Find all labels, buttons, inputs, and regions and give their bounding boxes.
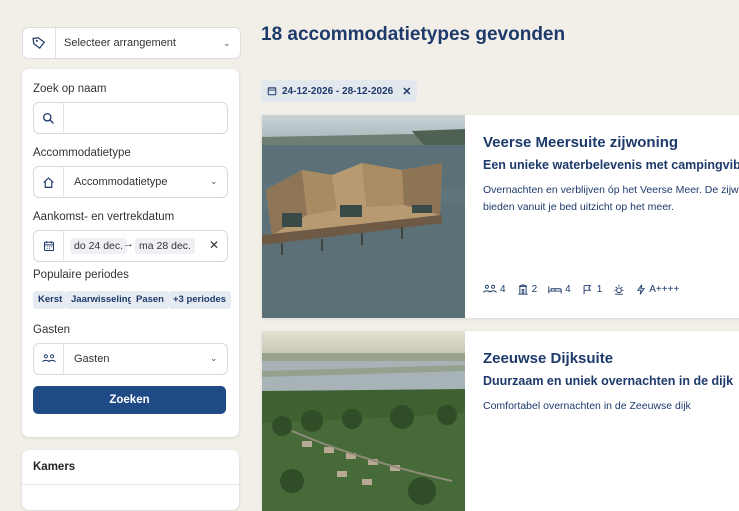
- energy-label-value: A++++: [649, 284, 680, 295]
- energy-label-icon: [637, 284, 646, 295]
- pet-icon: [583, 285, 591, 295]
- accommodation-type-value: Accommodatietype: [74, 176, 168, 188]
- guests-select[interactable]: Gasten ⌄: [33, 343, 228, 375]
- arrangement-select[interactable]: Selecteer arrangement ⌄: [22, 27, 241, 59]
- accommodation-card[interactable]: Zeeuwse Dijksuite Duurzaam en uniek over…: [262, 331, 739, 511]
- tag-icon: [23, 28, 56, 58]
- chevron-down-icon: ⌄: [210, 176, 218, 186]
- rooms-title: Kamers: [33, 461, 76, 473]
- active-date-filter[interactable]: 24-12-2026 - 28-12-2026 ✕: [261, 80, 418, 102]
- date-from[interactable]: do 24 dec.: [70, 238, 128, 254]
- remove-filter-icon[interactable]: ✕: [402, 85, 411, 98]
- pets-count: 1: [596, 284, 603, 295]
- date-range-field[interactable]: do 24 dec. → ma 28 dec. ✕: [33, 230, 228, 262]
- period-tag[interactable]: Kerst: [33, 291, 68, 309]
- guests-label: Gasten: [33, 324, 71, 336]
- rooms-feature: 2: [517, 284, 538, 295]
- accommodation-description: Comfortabel overnachten in de Zeeuwse di…: [483, 400, 691, 412]
- search-button[interactable]: Zoeken: [33, 386, 226, 414]
- filter-panel: Zoek op naam Accommodatietype Accommodat…: [22, 69, 239, 437]
- chevron-down-icon: ⌄: [210, 353, 218, 363]
- sun-feature: [613, 284, 625, 295]
- home-icon: [34, 167, 64, 197]
- persons-icon: [483, 284, 497, 293]
- bed-icon: [548, 286, 562, 294]
- accommodation-type-label: Accommodatietype: [33, 147, 131, 159]
- more-periods-tag[interactable]: +3 periodes: [168, 291, 232, 309]
- name-search-input[interactable]: [33, 102, 228, 134]
- chevron-down-icon: ⌄: [223, 38, 231, 48]
- calendar-icon: [267, 86, 277, 96]
- search-icon: [34, 103, 64, 133]
- rooms-panel: Kamers: [22, 450, 239, 510]
- name-search-label: Zoek op naam: [33, 83, 107, 95]
- period-tag[interactable]: Pasen: [131, 291, 169, 309]
- accommodation-title[interactable]: Zeeuwse Dijksuite: [483, 350, 613, 367]
- energy-label-feature: A++++: [636, 284, 679, 295]
- feature-list: 4 2 4 1 A++++: [483, 284, 690, 295]
- period-tag[interactable]: Jaarwisseling: [66, 291, 139, 309]
- guests-value: Gasten: [74, 353, 110, 365]
- clear-date-icon[interactable]: ✕: [209, 238, 219, 252]
- accommodation-title[interactable]: Veerse Meersuite zijwoning: [483, 134, 678, 151]
- date-range-label: Aankomst- en vertrekdatum: [33, 211, 175, 223]
- date-arrow: →: [123, 238, 134, 250]
- divider: [22, 484, 239, 485]
- active-date-filter-label: 24-12-2026 - 28-12-2026: [282, 85, 394, 97]
- popular-periods-label: Populaire periodes: [33, 269, 129, 281]
- persons-feature: 4: [483, 284, 506, 295]
- accommodation-description: Overnachten en verblijven óp het Veerse …: [483, 184, 739, 213]
- beds-feature: 4: [548, 284, 571, 295]
- date-to[interactable]: ma 28 dec.: [135, 238, 195, 254]
- accommodation-card[interactable]: Veerse Meersuite zijwoning Een unieke wa…: [262, 115, 739, 318]
- accommodation-subtitle: Een unieke waterbelevenis met campingvib: [483, 158, 739, 172]
- results-heading: 18 accommodatietypes gevonden: [261, 24, 566, 45]
- beds-count: 4: [565, 284, 571, 295]
- persons-count: 4: [500, 284, 506, 295]
- accommodation-type-select[interactable]: Accommodatietype ⌄: [33, 166, 228, 198]
- pets-feature: 1: [582, 284, 603, 295]
- accommodation-photo: [262, 331, 465, 511]
- persons-icon: [34, 344, 64, 374]
- accommodation-photo: [262, 115, 465, 318]
- arrangement-select-label: Selecteer arrangement: [64, 37, 176, 49]
- rooms-icon: [517, 284, 528, 295]
- calendar-icon: [34, 231, 64, 261]
- sun-icon: [614, 284, 624, 295]
- accommodation-subtitle: Duurzaam en uniek overnachten in de dijk: [483, 374, 734, 388]
- rooms-count: 2: [531, 284, 538, 295]
